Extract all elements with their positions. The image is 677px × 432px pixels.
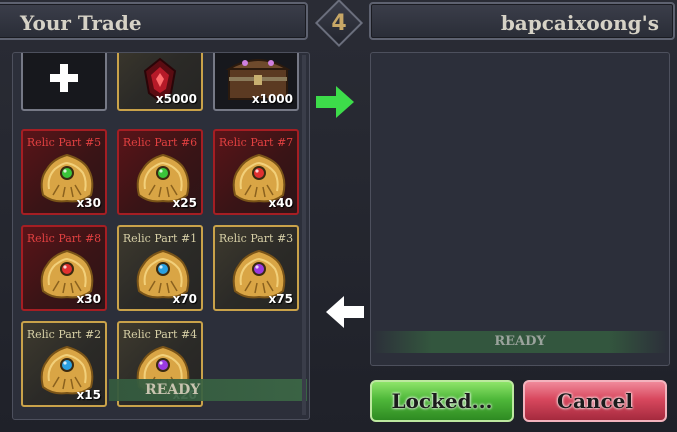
item-quantity: x75: [268, 292, 293, 306]
trade-window: Your Trade 4 bapcaixoong's x5000 x1000 R…: [0, 0, 677, 432]
add-item-slot[interactable]: [21, 53, 107, 111]
locked-button-label: Locked...: [391, 389, 493, 413]
item-name: Relic Part #1: [122, 232, 198, 245]
your-trade-title: Your Trade: [20, 11, 142, 35]
item-quantity: x40: [268, 196, 293, 210]
item-name: Relic Part #8: [26, 232, 102, 245]
locked-button[interactable]: Locked...: [370, 380, 514, 422]
item-name: Relic Part #6: [122, 136, 198, 149]
item-name: Relic Part #2: [26, 328, 102, 341]
cancel-button[interactable]: Cancel: [523, 380, 667, 422]
item-slot[interactable]: x5000: [117, 53, 203, 111]
your-ready-indicator: READY: [109, 379, 307, 401]
relic-slot[interactable]: Relic Part #2 x15: [21, 321, 107, 407]
your-trade-header: Your Trade: [0, 2, 308, 40]
partner-offer-panel: READY: [370, 52, 670, 366]
item-name: Relic Part #7: [218, 136, 294, 149]
receive-arrow-icon: [326, 296, 364, 328]
item-quantity: x25: [172, 196, 197, 210]
item-quantity: x5000: [155, 92, 197, 106]
item-name: Relic Part #5: [26, 136, 102, 149]
partner-trade-title: bapcaixoong's: [500, 11, 659, 35]
item-quantity: x15: [76, 388, 101, 402]
ready-label: READY: [494, 334, 546, 349]
partner-ready-indicator: READY: [372, 331, 668, 353]
relic-slot[interactable]: Relic Part #3 x75: [213, 225, 299, 311]
item-quantity: x30: [76, 292, 101, 306]
send-arrow-icon: [316, 86, 354, 118]
item-quantity: x1000: [251, 92, 293, 106]
ready-label: READY: [145, 382, 201, 398]
scrollbar[interactable]: [302, 55, 306, 415]
item-slot[interactable]: x1000: [213, 53, 299, 111]
relic-slot[interactable]: Relic Part #7 x40: [213, 129, 299, 215]
your-offer-panel[interactable]: x5000 x1000 Relic Part #5 x30 Relic Part #…: [12, 52, 310, 420]
partner-trade-header: bapcaixoong's: [369, 2, 675, 40]
item-quantity: x70: [172, 292, 197, 306]
relic-slot[interactable]: Relic Part #6 x25: [117, 129, 203, 215]
plus-icon: [50, 64, 78, 92]
relic-slot[interactable]: Relic Part #5 x30: [21, 129, 107, 215]
round-badge: 4: [314, 0, 364, 48]
item-name: Relic Part #4: [122, 328, 198, 341]
cancel-button-label: Cancel: [557, 389, 633, 413]
relic-slot[interactable]: Relic Part #8 x30: [21, 225, 107, 311]
item-name: Relic Part #3: [218, 232, 294, 245]
relic-slot[interactable]: Relic Part #1 x70: [117, 225, 203, 311]
round-number: 4: [331, 10, 347, 36]
item-quantity: x30: [76, 196, 101, 210]
